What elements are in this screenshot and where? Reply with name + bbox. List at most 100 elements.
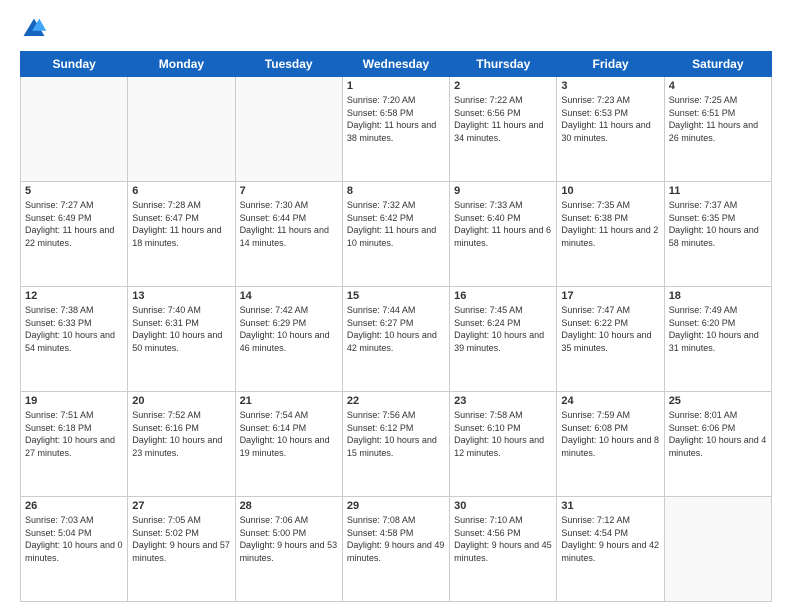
calendar-cell: 9 Sunrise: 7:33 AMSunset: 6:40 PMDaylight… [450, 182, 557, 287]
day-number: 26 [25, 500, 123, 512]
day-number: 2 [454, 80, 552, 92]
calendar-cell: 14 Sunrise: 7:42 AMSunset: 6:29 PMDayligh… [235, 287, 342, 392]
calendar-cell: 18 Sunrise: 7:49 AMSunset: 6:20 PMDayligh… [664, 287, 771, 392]
day-info: Sunrise: 7:08 AMSunset: 4:58 PMDaylight:… [347, 514, 445, 564]
calendar-header-row: SundayMondayTuesdayWednesdayThursdayFrid… [21, 52, 772, 77]
day-info: Sunrise: 7:44 AMSunset: 6:27 PMDaylight:… [347, 304, 445, 354]
day-info: Sunrise: 7:42 AMSunset: 6:29 PMDaylight:… [240, 304, 338, 354]
day-number: 20 [132, 395, 230, 407]
day-info: Sunrise: 7:20 AMSunset: 6:58 PMDaylight:… [347, 94, 445, 144]
calendar-cell: 11 Sunrise: 7:37 AMSunset: 6:35 PMDayligh… [664, 182, 771, 287]
day-info: Sunrise: 7:45 AMSunset: 6:24 PMDaylight:… [454, 304, 552, 354]
calendar-day-header: Wednesday [342, 52, 449, 77]
day-number: 30 [454, 500, 552, 512]
day-number: 24 [561, 395, 659, 407]
day-info: Sunrise: 7:27 AMSunset: 6:49 PMDaylight:… [25, 199, 123, 249]
day-info: Sunrise: 7:22 AMSunset: 6:56 PMDaylight:… [454, 94, 552, 144]
calendar-cell: 6 Sunrise: 7:28 AMSunset: 6:47 PMDaylight… [128, 182, 235, 287]
day-info: Sunrise: 7:23 AMSunset: 6:53 PMDaylight:… [561, 94, 659, 144]
calendar-day-header: Sunday [21, 52, 128, 77]
calendar-cell: 12Sunrise: 7:38 AMSunset: 6:33 PMDayligh… [21, 287, 128, 392]
day-number: 19 [25, 395, 123, 407]
calendar-cell: 24 Sunrise: 7:59 AMSunset: 6:08 PMDayligh… [557, 392, 664, 497]
calendar-cell: 26 Sunrise: 7:03 AMSunset: 5:04 PMDayligh… [21, 497, 128, 602]
calendar-cell: 27Sunrise: 7:05 AMSunset: 5:02 PMDayligh… [128, 497, 235, 602]
calendar-cell: 10 Sunrise: 7:35 AMSunset: 6:38 PMDayligh… [557, 182, 664, 287]
day-number: 22 [347, 395, 445, 407]
calendar-cell: 20Sunrise: 7:52 AMSunset: 6:16 PMDayligh… [128, 392, 235, 497]
logo-icon [20, 15, 48, 43]
calendar-cell: 1 Sunrise: 7:20 AMSunset: 6:58 PMDaylight… [342, 77, 449, 182]
day-info: Sunrise: 7:56 AMSunset: 6:12 PMDaylight:… [347, 409, 445, 459]
day-number: 5 [25, 185, 123, 197]
calendar-cell: 25Sunrise: 8:01 AMSunset: 6:06 PMDayligh… [664, 392, 771, 497]
day-number: 29 [347, 500, 445, 512]
day-info: Sunrise: 7:28 AMSunset: 6:47 PMDaylight:… [132, 199, 230, 249]
day-info: Sunrise: 7:51 AMSunset: 6:18 PMDaylight:… [25, 409, 123, 459]
day-info: Sunrise: 7:49 AMSunset: 6:20 PMDaylight:… [669, 304, 767, 354]
day-number: 1 [347, 80, 445, 92]
calendar-cell: 2 Sunrise: 7:22 AMSunset: 6:56 PMDaylight… [450, 77, 557, 182]
day-number: 10 [561, 185, 659, 197]
day-number: 17 [561, 290, 659, 302]
day-number: 14 [240, 290, 338, 302]
day-info: Sunrise: 7:03 AMSunset: 5:04 PMDaylight:… [25, 514, 123, 564]
header [20, 15, 772, 43]
day-number: 11 [669, 185, 767, 197]
day-info: Sunrise: 7:40 AMSunset: 6:31 PMDaylight:… [132, 304, 230, 354]
calendar-cell: 29 Sunrise: 7:08 AMSunset: 4:58 PMDayligh… [342, 497, 449, 602]
day-info: Sunrise: 7:33 AMSunset: 6:40 PMDaylight:… [454, 199, 552, 249]
day-number: 27 [132, 500, 230, 512]
day-info: Sunrise: 7:58 AMSunset: 6:10 PMDaylight:… [454, 409, 552, 459]
day-info: Sunrise: 7:06 AMSunset: 5:00 PMDaylight:… [240, 514, 338, 564]
calendar-cell: 23 Sunrise: 7:58 AMSunset: 6:10 PMDayligh… [450, 392, 557, 497]
day-info: Sunrise: 7:47 AMSunset: 6:22 PMDaylight:… [561, 304, 659, 354]
day-number: 21 [240, 395, 338, 407]
calendar-cell: 15 Sunrise: 7:44 AMSunset: 6:27 PMDayligh… [342, 287, 449, 392]
calendar-cell: 17 Sunrise: 7:47 AMSunset: 6:22 PMDayligh… [557, 287, 664, 392]
calendar-cell [21, 77, 128, 182]
day-info: Sunrise: 7:25 AMSunset: 6:51 PMDaylight:… [669, 94, 767, 144]
calendar-cell: 19 Sunrise: 7:51 AMSunset: 6:18 PMDayligh… [21, 392, 128, 497]
day-number: 6 [132, 185, 230, 197]
calendar-cell: 13Sunrise: 7:40 AMSunset: 6:31 PMDayligh… [128, 287, 235, 392]
calendar-cell: 30 Sunrise: 7:10 AMSunset: 4:56 PMDayligh… [450, 497, 557, 602]
calendar-day-header: Thursday [450, 52, 557, 77]
day-number: 18 [669, 290, 767, 302]
calendar-cell [235, 77, 342, 182]
calendar-day-header: Saturday [664, 52, 771, 77]
day-info: Sunrise: 7:59 AMSunset: 6:08 PMDaylight:… [561, 409, 659, 459]
calendar-cell [664, 497, 771, 602]
day-number: 31 [561, 500, 659, 512]
day-info: Sunrise: 7:35 AMSunset: 6:38 PMDaylight:… [561, 199, 659, 249]
day-number: 23 [454, 395, 552, 407]
day-number: 9 [454, 185, 552, 197]
day-info: Sunrise: 7:32 AMSunset: 6:42 PMDaylight:… [347, 199, 445, 249]
calendar-week-row: 1 Sunrise: 7:20 AMSunset: 6:58 PMDaylight… [21, 77, 772, 182]
calendar-cell: 5 Sunrise: 7:27 AMSunset: 6:49 PMDaylight… [21, 182, 128, 287]
calendar-cell: 28Sunrise: 7:06 AMSunset: 5:00 PMDayligh… [235, 497, 342, 602]
calendar-week-row: 26 Sunrise: 7:03 AMSunset: 5:04 PMDayligh… [21, 497, 772, 602]
day-info: Sunrise: 7:38 AMSunset: 6:33 PMDaylight:… [25, 304, 123, 354]
calendar-day-header: Friday [557, 52, 664, 77]
calendar-day-header: Tuesday [235, 52, 342, 77]
day-info: Sunrise: 7:30 AMSunset: 6:44 PMDaylight:… [240, 199, 338, 249]
calendar-week-row: 12Sunrise: 7:38 AMSunset: 6:33 PMDayligh… [21, 287, 772, 392]
calendar-cell: 8 Sunrise: 7:32 AMSunset: 6:42 PMDaylight… [342, 182, 449, 287]
day-number: 16 [454, 290, 552, 302]
day-info: Sunrise: 7:10 AMSunset: 4:56 PMDaylight:… [454, 514, 552, 564]
page: SundayMondayTuesdayWednesdayThursdayFrid… [0, 0, 792, 612]
day-info: Sunrise: 7:37 AMSunset: 6:35 PMDaylight:… [669, 199, 767, 249]
calendar-cell: 22 Sunrise: 7:56 AMSunset: 6:12 PMDayligh… [342, 392, 449, 497]
calendar-table: SundayMondayTuesdayWednesdayThursdayFrid… [20, 51, 772, 602]
day-number: 4 [669, 80, 767, 92]
calendar-cell: 31Sunrise: 7:12 AMSunset: 4:54 PMDayligh… [557, 497, 664, 602]
calendar-week-row: 5 Sunrise: 7:27 AMSunset: 6:49 PMDaylight… [21, 182, 772, 287]
day-number: 15 [347, 290, 445, 302]
day-number: 8 [347, 185, 445, 197]
day-info: Sunrise: 8:01 AMSunset: 6:06 PMDaylight:… [669, 409, 767, 459]
calendar-day-header: Monday [128, 52, 235, 77]
day-info: Sunrise: 7:54 AMSunset: 6:14 PMDaylight:… [240, 409, 338, 459]
calendar-week-row: 19 Sunrise: 7:51 AMSunset: 6:18 PMDayligh… [21, 392, 772, 497]
logo [20, 15, 52, 43]
